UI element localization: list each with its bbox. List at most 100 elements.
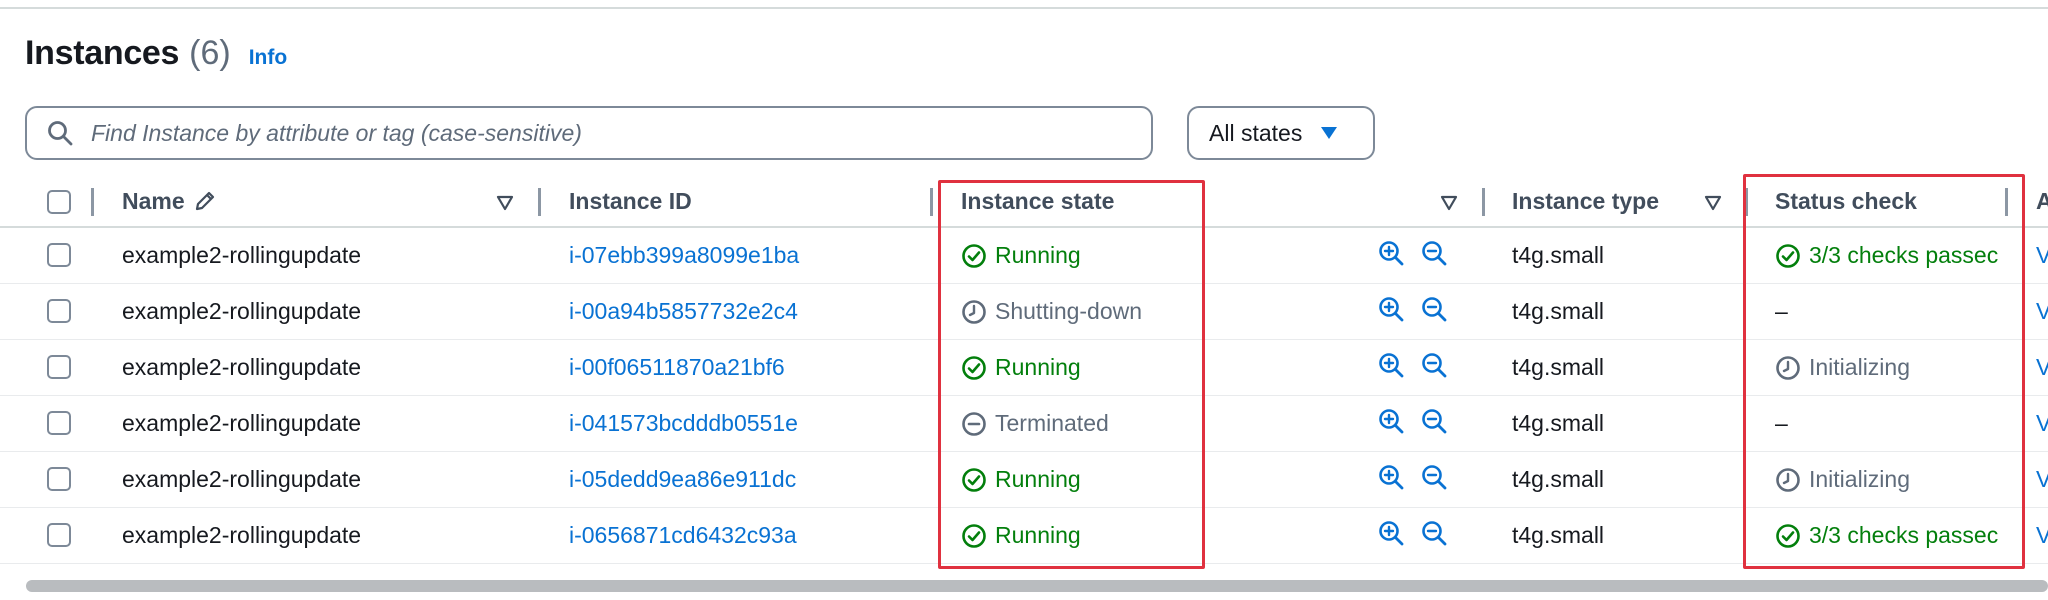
next-column-partial[interactable]: V <box>2036 298 2048 325</box>
check-circle-icon <box>961 243 995 269</box>
table-row[interactable]: example2-rollingupdate i-05dedd9ea86e911d… <box>0 452 2048 508</box>
instance-id-link[interactable]: i-07ebb399a8099e1ba <box>569 242 799 269</box>
column-resizer[interactable] <box>1482 188 1485 216</box>
page-title: Instances <box>25 34 180 72</box>
caret-down-icon <box>1321 127 1338 139</box>
select-all-checkbox[interactable] <box>47 190 71 214</box>
next-column-partial[interactable]: V <box>2036 522 2048 549</box>
sort-caret-icon[interactable] <box>496 195 514 211</box>
zoom-in-icon[interactable] <box>1378 352 1406 385</box>
zoom-out-icon[interactable] <box>1421 520 1449 553</box>
page-header: Instances (6) Info <box>25 34 287 84</box>
column-resizer[interactable] <box>2005 188 2008 216</box>
search-input[interactable] <box>89 118 1093 148</box>
instance-type: t4g.small <box>1512 298 1605 324</box>
status-check: Initializing <box>1775 466 1910 493</box>
check-circle-icon <box>961 523 995 549</box>
clock-icon <box>1775 355 1809 381</box>
minus-circle-icon <box>961 411 995 437</box>
column-resizer[interactable] <box>91 188 94 216</box>
column-header-instance-id[interactable]: Instance ID <box>569 176 692 226</box>
instance-type: t4g.small <box>1512 522 1605 548</box>
instance-state: Running <box>961 242 1081 269</box>
zoom-out-icon[interactable] <box>1421 240 1449 273</box>
row-checkbox[interactable] <box>47 299 71 323</box>
search-icon <box>48 121 73 146</box>
row-checkbox[interactable] <box>47 411 71 435</box>
table-row[interactable]: example2-rollingupdate i-041573bcdddb0551… <box>0 396 2048 452</box>
instance-state: Running <box>961 354 1081 381</box>
next-column-partial[interactable]: V <box>2036 354 2048 381</box>
table-row[interactable]: example2-rollingupdate i-00f06511870a21bf… <box>0 340 2048 396</box>
instance-name: example2-rollingupdate <box>122 522 362 548</box>
instance-state: Shutting-down <box>961 298 1142 325</box>
table-row[interactable]: example2-rollingupdate i-00a94b5857732e2c… <box>0 284 2048 340</box>
state-filter-label: All states <box>1209 119 1303 146</box>
instance-name: example2-rollingupdate <box>122 354 362 380</box>
info-link[interactable]: Info <box>249 46 287 70</box>
search-box[interactable] <box>25 106 1153 160</box>
instance-count: (6) <box>189 34 231 72</box>
instance-type: t4g.small <box>1512 466 1605 492</box>
column-header-instance-state[interactable]: Instance state <box>961 176 1114 226</box>
instance-state: Running <box>961 466 1081 493</box>
next-column-partial[interactable]: V <box>2036 410 2048 437</box>
column-header-name[interactable]: Name <box>122 176 217 226</box>
sort-caret-icon[interactable] <box>1704 195 1722 211</box>
instance-state: Running <box>961 522 1081 549</box>
zoom-in-icon[interactable] <box>1378 240 1406 273</box>
instance-type: t4g.small <box>1512 242 1605 268</box>
column-resizer[interactable] <box>538 188 541 216</box>
instance-state: Terminated <box>961 410 1109 437</box>
check-circle-icon <box>961 467 995 493</box>
zoom-out-icon[interactable] <box>1421 408 1449 441</box>
row-checkbox[interactable] <box>47 467 71 491</box>
instance-id-link[interactable]: i-00a94b5857732e2c4 <box>569 298 798 325</box>
clock-icon <box>961 299 995 325</box>
sort-caret-icon[interactable] <box>1440 195 1458 211</box>
row-checkbox[interactable] <box>47 523 71 547</box>
next-column-partial[interactable]: V <box>2036 466 2048 493</box>
next-column-partial[interactable]: V <box>2036 242 2048 269</box>
check-circle-icon <box>1775 523 1809 549</box>
row-checkbox[interactable] <box>47 355 71 379</box>
instance-name: example2-rollingupdate <box>122 466 362 492</box>
column-resizer[interactable] <box>930 188 933 216</box>
table-header: Name Instance ID Instance state Instance… <box>0 176 2048 228</box>
status-check: Initializing <box>1775 354 1910 381</box>
instance-type: t4g.small <box>1512 410 1605 436</box>
status-check: – <box>1775 410 1788 436</box>
instance-name: example2-rollingupdate <box>122 410 362 436</box>
instance-id-link[interactable]: i-0656871cd6432c93a <box>569 522 797 549</box>
column-resizer[interactable] <box>1745 188 1748 216</box>
zoom-in-icon[interactable] <box>1378 464 1406 497</box>
instance-name: example2-rollingupdate <box>122 242 362 268</box>
row-checkbox[interactable] <box>47 243 71 267</box>
status-check: 3/3 checks passec <box>1775 242 1998 269</box>
table-row[interactable]: example2-rollingupdate i-0656871cd6432c93… <box>0 508 2048 564</box>
zoom-out-icon[interactable] <box>1421 464 1449 497</box>
instance-type: t4g.small <box>1512 354 1605 380</box>
check-circle-icon <box>1775 243 1809 269</box>
instance-id-link[interactable]: i-00f06511870a21bf6 <box>569 354 785 381</box>
column-header-status-check[interactable]: Status check <box>1775 176 1917 226</box>
zoom-in-icon[interactable] <box>1378 408 1406 441</box>
table-row[interactable]: example2-rollingupdate i-07ebb399a8099e1b… <box>0 228 2048 284</box>
zoom-in-icon[interactable] <box>1378 520 1406 553</box>
zoom-out-icon[interactable] <box>1421 296 1449 329</box>
instance-name: example2-rollingupdate <box>122 298 362 324</box>
zoom-in-icon[interactable] <box>1378 296 1406 329</box>
horizontal-scrollbar[interactable] <box>26 580 2048 592</box>
instance-id-link[interactable]: i-05dedd9ea86e911dc <box>569 466 796 493</box>
column-header-instance-type[interactable]: Instance type <box>1512 176 1659 226</box>
instance-id-link[interactable]: i-041573bcdddb0551e <box>569 410 798 437</box>
top-divider <box>0 7 2048 9</box>
column-header-next-partial[interactable]: A <box>2036 176 2048 226</box>
zoom-out-icon[interactable] <box>1421 352 1449 385</box>
status-check: 3/3 checks passec <box>1775 522 1998 549</box>
pencil-icon <box>195 191 214 211</box>
state-filter-dropdown[interactable]: All states <box>1187 106 1375 160</box>
clock-icon <box>1775 467 1809 493</box>
status-check: – <box>1775 298 1788 324</box>
check-circle-icon <box>961 355 995 381</box>
